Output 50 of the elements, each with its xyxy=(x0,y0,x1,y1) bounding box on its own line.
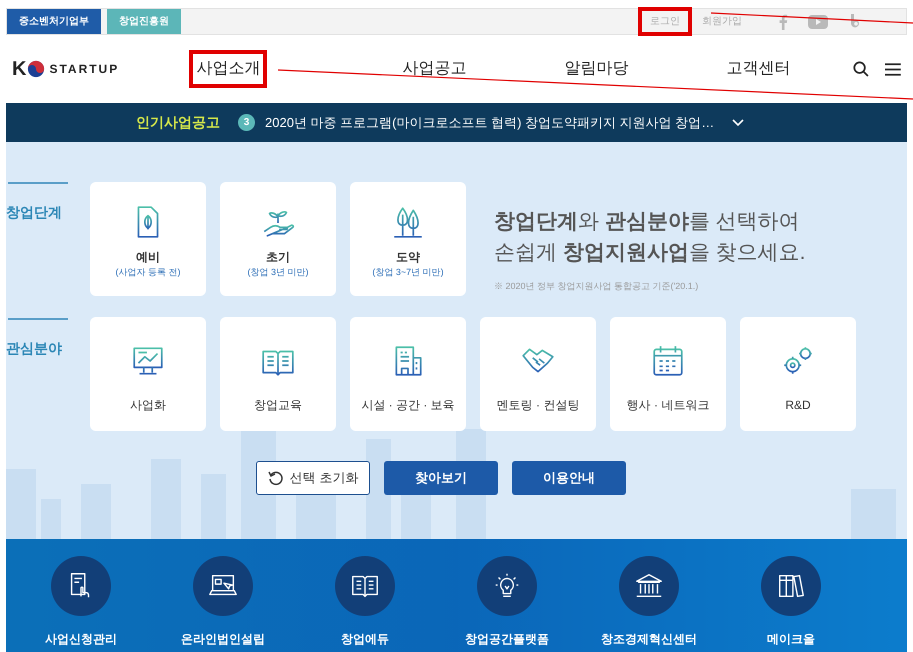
quick-link[interactable]: 창업에듀 xyxy=(341,630,389,648)
action-button[interactable]: 이용안내 xyxy=(512,461,626,495)
ticker-link[interactable]: 2020년 마중 프로그램(마이크로소프트 협력) 창업도약패키지 지원사업 창업… xyxy=(265,112,714,132)
field-title: 사업화 xyxy=(130,397,166,414)
stage-card[interactable]: 초기 (창업 3년 미만) xyxy=(220,182,336,296)
headline-text: 창업단계와 관심분야를 선택하여 xyxy=(494,209,801,235)
quick-link[interactable]: 온라인법인설립 xyxy=(181,630,265,648)
field-title: 시설 · 공간 · 보육 xyxy=(361,397,455,414)
field-title: 멘토링 · 컨설팅 xyxy=(496,397,580,414)
video-play-icon[interactable] xyxy=(808,14,828,28)
field-title: R&D xyxy=(785,397,811,414)
blog-icon[interactable] xyxy=(850,14,862,29)
field-card[interactable]: 창업교육 xyxy=(220,317,336,431)
field-card[interactable]: 행사 · 네트워크 xyxy=(610,317,726,431)
stage-subtitle: (창업 3년 미만) xyxy=(247,266,308,279)
stage-title: 예비 xyxy=(136,249,160,266)
quick-link[interactable]: 창업공간플랫폼 xyxy=(465,630,549,648)
reset-button[interactable]: 선택 초기화 xyxy=(256,461,370,495)
section-label: 창업단계 xyxy=(6,203,63,222)
field-card[interactable]: 멘토링 · 컨설팅 xyxy=(480,317,596,431)
action-button[interactable]: 찾아보기 xyxy=(384,461,498,495)
stage-title: 초기 xyxy=(266,249,290,266)
field-title: 행사 · 네트워크 xyxy=(626,397,710,414)
menu-icon[interactable] xyxy=(885,62,902,76)
quick-link[interactable]: 사업신청관리 xyxy=(45,630,117,648)
quick-link[interactable]: 메이크올 xyxy=(767,630,815,648)
nav-link[interactable]: 고객센터 xyxy=(723,54,794,84)
stage-card[interactable]: 예비 (사업자 등록 전) xyxy=(90,182,206,296)
k-startup-logo[interactable]: K STARTUP xyxy=(12,54,144,84)
section-label: 관심분야 xyxy=(6,339,63,358)
stage-card[interactable]: 도약 (창업 3~7년 미만) xyxy=(350,182,466,296)
refresh-icon xyxy=(268,470,284,486)
quick-link[interactable]: 창조경제혁신센터 xyxy=(601,630,697,648)
ticker-label: 인기사업공고 xyxy=(136,113,220,132)
stage-subtitle: (사업자 등록 전) xyxy=(116,266,180,279)
field-card[interactable]: 사업화 xyxy=(90,317,206,431)
stage-title: 도약 xyxy=(396,249,420,266)
note-text: ※ 2020년 정부 창업지원사업 통합공고 기준('20.1.) xyxy=(494,280,700,293)
facebook-icon[interactable] xyxy=(778,14,788,30)
field-card[interactable]: R&D xyxy=(740,317,856,431)
nav-link[interactable]: 사업공고 xyxy=(399,54,470,84)
search-icon[interactable] xyxy=(853,60,870,78)
chevron-down-icon[interactable] xyxy=(732,118,744,126)
field-card[interactable]: 시설 · 공간 · 보육 xyxy=(350,317,466,431)
headline-text: 손쉽게 창업지원사업을 찾으세요. xyxy=(494,240,806,266)
nav-link[interactable]: 알림마당 xyxy=(561,54,632,84)
rank-badge: 3 xyxy=(238,114,255,131)
stage-subtitle: (창업 3~7년 미만) xyxy=(372,266,444,279)
field-title: 창업교육 xyxy=(254,397,302,414)
site-tab[interactable]: 중소벤처기업부 xyxy=(7,9,101,34)
